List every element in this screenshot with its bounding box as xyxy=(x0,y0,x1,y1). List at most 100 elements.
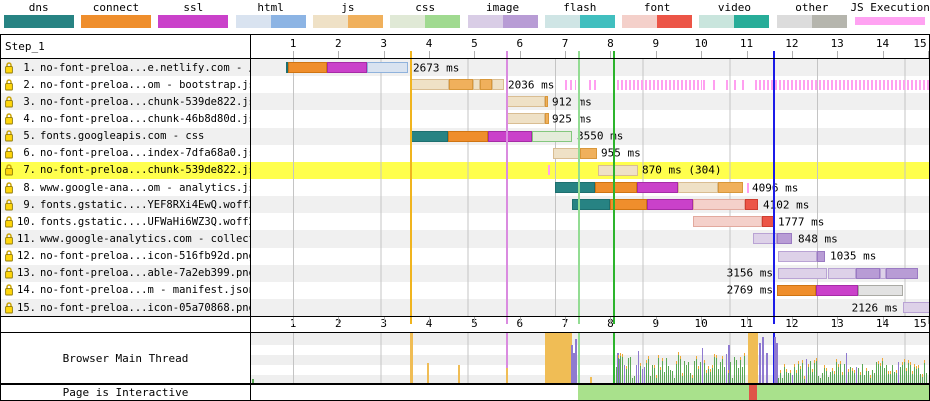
legend-swatch xyxy=(313,15,383,28)
main-thread-spike xyxy=(900,367,901,383)
main-thread-spike xyxy=(636,365,637,383)
main-thread-spike xyxy=(759,343,761,383)
request-row[interactable]: 14.no-font-preloa...m - manifest.json276… xyxy=(1,282,929,299)
main-thread-spike xyxy=(640,363,641,366)
main-thread-spike xyxy=(696,359,697,383)
main-thread-busy-block xyxy=(748,333,758,383)
request-row[interactable]: 9.fonts.gstatic....YEF8RXi4EwQ.woff24102… xyxy=(1,196,929,213)
request-url-label: no-font-preloa...m - manifest.json xyxy=(40,284,251,296)
request-row[interactable]: 2.no-font-preloa...om - bootstrap.js2036… xyxy=(1,76,929,93)
axis-tick xyxy=(565,51,566,58)
request-row[interactable]: 13.no-font-preloa...able-7a2eb399.png 315… xyxy=(1,265,929,282)
main-thread-spike xyxy=(630,357,631,383)
main-thread-spike xyxy=(694,361,695,383)
request-bar-segment-font-wait xyxy=(693,216,762,227)
axis-tick xyxy=(474,51,475,58)
main-thread-spike xyxy=(816,361,817,383)
lock-icon xyxy=(4,233,14,245)
request-number: 8. xyxy=(14,182,36,194)
main-thread-spike xyxy=(642,369,643,383)
request-label-cell[interactable]: 10.fonts.gstatic....UFWaHi6WZ3Q.woff2 xyxy=(1,213,251,230)
request-bar-segment-img-wait xyxy=(778,251,817,262)
main-thread-spike xyxy=(794,367,795,383)
request-label-cell[interactable]: 7.no-font-preloa...chunk-539de822.js xyxy=(1,162,251,179)
request-bar-segment-js-wait xyxy=(506,96,545,107)
main-thread-spike xyxy=(864,375,865,383)
request-bar-segment-img-wait xyxy=(753,233,777,244)
main-thread-spike xyxy=(904,362,905,383)
request-row[interactable]: 7.no-font-preloa...chunk-539de822.js870 … xyxy=(1,162,929,179)
main-thread-spike xyxy=(762,337,764,383)
request-row[interactable]: 6.no-font-preloa...index-7dfa68a0.js955 … xyxy=(1,145,929,162)
main-thread-spike xyxy=(680,359,681,383)
request-label-cell[interactable]: 14.no-font-preloa...m - manifest.json xyxy=(1,282,251,299)
request-label-cell[interactable]: 9.fonts.gstatic....YEF8RXi4EwQ.woff2 xyxy=(1,196,251,213)
request-label-cell[interactable]: 2.no-font-preloa...om - bootstrap.js xyxy=(1,76,251,93)
request-label-cell[interactable]: 12.no-font-preloa...icon-516fb92d.png xyxy=(1,248,251,265)
request-bar-segment-font-wait xyxy=(693,199,745,210)
request-bar-segment-connect xyxy=(288,62,327,73)
main-thread-spike xyxy=(822,373,823,383)
time-axis-footer: 123456789101112131415 xyxy=(251,317,929,332)
waterfall-table: Step_1 123456789101112131415 1.no-font-p… xyxy=(0,34,930,401)
axis-tick xyxy=(610,317,611,324)
main-thread-spike xyxy=(840,364,841,383)
request-row[interactable]: 10.fonts.gstatic....UFWaHi6WZ3Q.woff2 177… xyxy=(1,213,929,230)
js-execution-ticks xyxy=(548,165,551,175)
request-bar-segment-img-wait xyxy=(903,302,929,313)
request-timeline-cell: 925 ms xyxy=(251,110,929,127)
request-label-cell[interactable]: 13.no-font-preloa...able-7a2eb399.png xyxy=(1,265,251,282)
lock-icon xyxy=(4,267,14,279)
main-thread-spike xyxy=(622,354,623,357)
main-thread-spike xyxy=(458,365,460,383)
axis-tick xyxy=(565,317,566,324)
main-thread-spike xyxy=(698,369,699,383)
request-timeline-cell: 955 ms xyxy=(251,145,929,162)
request-row[interactable]: 12.no-font-preloa...icon-516fb92d.png103… xyxy=(1,248,929,265)
marker-yellow-line-tick xyxy=(410,51,412,58)
request-label-cell[interactable]: 15.no-font-preloa...icon-05a70868.png xyxy=(1,299,251,316)
marker-blue-line-tick xyxy=(773,317,775,324)
request-label-cell[interactable]: 11.www.google-analytics.com - collect xyxy=(1,230,251,247)
axis-tick xyxy=(384,51,385,58)
request-label-cell[interactable]: 6.no-font-preloa...index-7dfa68a0.js xyxy=(1,145,251,162)
request-bar-segment-img-dl xyxy=(817,251,825,262)
request-label-cell[interactable]: 8.www.google-ana...om - analytics.js xyxy=(1,179,251,196)
request-row[interactable]: 15.no-font-preloa...icon-05a70868.png212… xyxy=(1,299,929,316)
request-row[interactable]: 11.www.google-analytics.com - collect848… xyxy=(1,230,929,247)
request-label-cell[interactable]: 3.no-font-preloa...chunk-539de822.js xyxy=(1,93,251,110)
main-thread-spike xyxy=(810,361,811,383)
main-thread-spike xyxy=(744,356,745,383)
request-row[interactable]: 3.no-font-preloa...chunk-539de822.js912 … xyxy=(1,93,929,110)
request-time-label: 3156 ms xyxy=(727,267,773,280)
request-bar-segment-js-wait xyxy=(678,182,718,193)
request-time-label: 1777 ms xyxy=(778,215,824,228)
request-row[interactable]: 8.www.google-ana...om - analytics.js4096… xyxy=(1,179,929,196)
request-label-cell[interactable]: 1.no-font-preloa...e.netlify.com - / xyxy=(1,59,251,76)
request-label-cell[interactable]: 4.no-font-preloa...chunk-46b8d80d.js xyxy=(1,110,251,127)
legend-item-js: js xyxy=(309,0,386,33)
main-thread-spike xyxy=(640,366,641,383)
browser-main-thread-band: Browser Main Thread xyxy=(1,333,929,385)
legend-item-connect: connect xyxy=(77,0,154,33)
main-thread-spike xyxy=(896,373,897,383)
request-url-label: www.google-analytics.com - collect xyxy=(40,233,251,245)
request-bar-segment-js-wait xyxy=(553,148,580,159)
main-thread-spike xyxy=(912,374,913,383)
request-row[interactable]: 5.fonts.googleapis.com - css3550 ms xyxy=(1,128,929,145)
main-thread-spike xyxy=(876,362,877,383)
axis-second-label: 3 xyxy=(380,38,387,50)
main-thread-spike xyxy=(882,358,883,361)
main-thread-spike xyxy=(904,359,905,362)
main-thread-spike xyxy=(812,369,813,372)
request-row[interactable]: 4.no-font-preloa...chunk-46b8d80d.js925 … xyxy=(1,110,929,127)
legend-item-image: image xyxy=(464,0,541,33)
request-bar-segment-img-dl xyxy=(886,268,918,279)
main-thread-spike xyxy=(676,364,677,383)
main-thread-spike xyxy=(908,363,909,383)
main-thread-spike xyxy=(658,358,659,383)
main-thread-spike xyxy=(674,378,675,383)
request-label-cell[interactable]: 5.fonts.googleapis.com - css xyxy=(1,128,251,145)
request-row[interactable]: 1.no-font-preloa...e.netlify.com - /2673… xyxy=(1,59,929,76)
main-thread-spike xyxy=(656,375,657,378)
